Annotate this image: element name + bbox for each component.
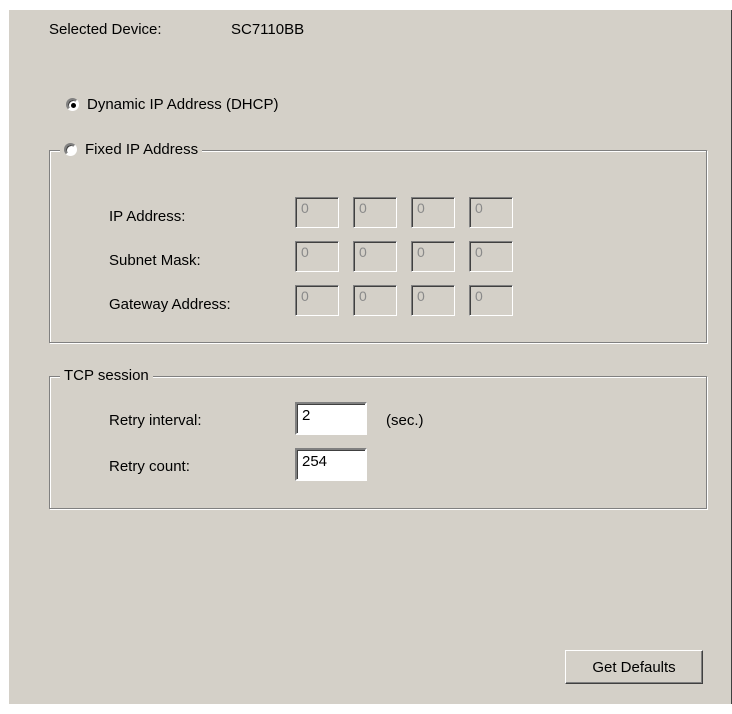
retry-count-label: Retry count: bbox=[109, 458, 190, 475]
subnet-octet-3[interactable]: 0 bbox=[411, 241, 455, 272]
fixed-ip-radio-indicator[interactable] bbox=[64, 143, 77, 156]
retry-interval-input[interactable]: 2 bbox=[295, 402, 367, 435]
fixed-ip-radio-label: Fixed IP Address bbox=[85, 141, 199, 158]
fixed-ip-radio[interactable]: Fixed IP Address bbox=[60, 141, 203, 158]
dhcp-radio-label: Dynamic IP Address (DHCP) bbox=[87, 96, 279, 113]
retry-interval-unit: (sec.) bbox=[386, 412, 424, 429]
tcp-session-group: TCP session Retry interval: 2 (sec.) Ret… bbox=[49, 367, 707, 509]
tcp-session-title: TCP session bbox=[60, 367, 153, 384]
subnet-octet-1[interactable]: 0 bbox=[295, 241, 339, 272]
get-defaults-button[interactable]: Get Defaults bbox=[565, 650, 703, 684]
fixed-ip-group: Fixed IP Address IP Address: 0 0 0 0 Sub… bbox=[49, 141, 707, 343]
selected-device-label: Selected Device: bbox=[49, 21, 162, 38]
network-settings-panel: Selected Device: SC7110BB Dynamic IP Add… bbox=[8, 10, 732, 704]
subnet-octet-4[interactable]: 0 bbox=[469, 241, 513, 272]
gateway-octet-3[interactable]: 0 bbox=[411, 285, 455, 316]
retry-count-input[interactable]: 254 bbox=[295, 448, 367, 481]
gateway-octet-2[interactable]: 0 bbox=[353, 285, 397, 316]
retry-interval-label: Retry interval: bbox=[109, 412, 202, 429]
dhcp-radio-indicator[interactable] bbox=[66, 98, 79, 111]
gateway-octet-1[interactable]: 0 bbox=[295, 285, 339, 316]
ip-octet-2[interactable]: 0 bbox=[353, 197, 397, 228]
subnet-mask-label: Subnet Mask: bbox=[109, 252, 201, 269]
selected-device-value: SC7110BB bbox=[231, 21, 305, 38]
ip-address-label: IP Address: bbox=[109, 208, 186, 225]
ip-octet-4[interactable]: 0 bbox=[469, 197, 513, 228]
gateway-octet-4[interactable]: 0 bbox=[469, 285, 513, 316]
subnet-octet-2[interactable]: 0 bbox=[353, 241, 397, 272]
ip-octet-1[interactable]: 0 bbox=[295, 197, 339, 228]
gateway-address-label: Gateway Address: bbox=[109, 296, 231, 313]
dhcp-radio[interactable]: Dynamic IP Address (DHCP) bbox=[66, 96, 278, 113]
ip-octet-3[interactable]: 0 bbox=[411, 197, 455, 228]
